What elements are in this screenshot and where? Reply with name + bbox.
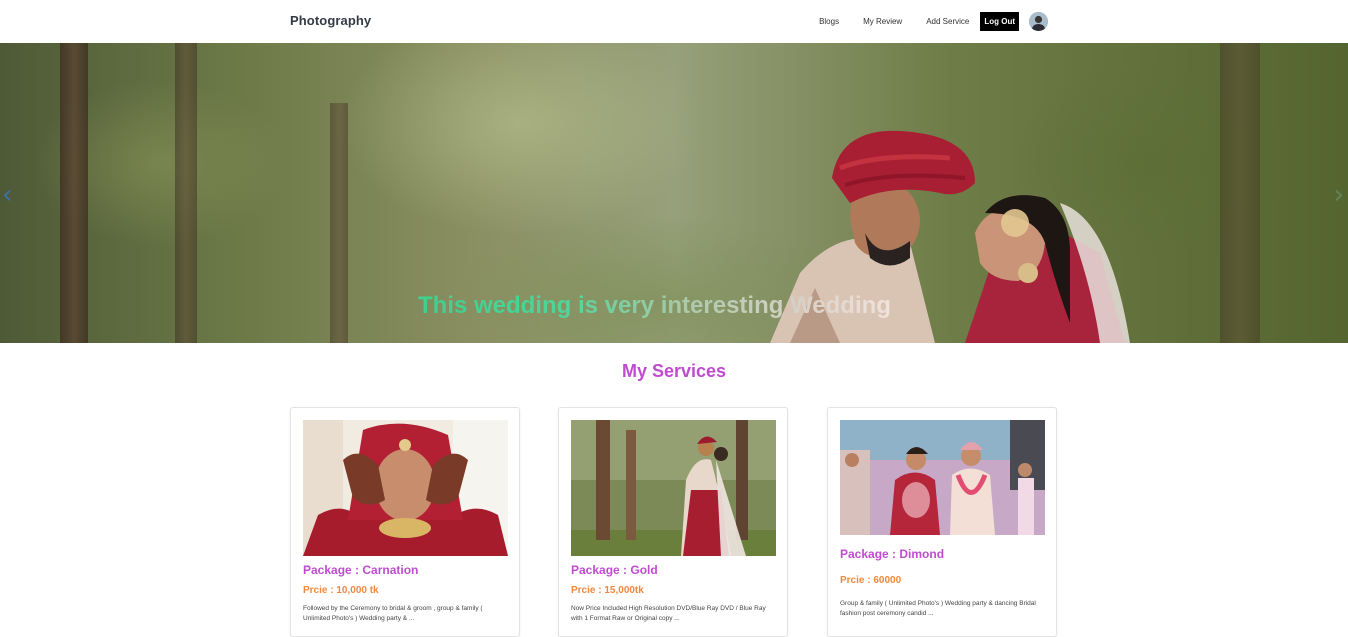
avatar[interactable] xyxy=(1029,11,1048,31)
service-image-dimond xyxy=(840,420,1045,535)
tree-trunk xyxy=(60,43,88,343)
brand-logo[interactable]: Photography xyxy=(290,13,371,28)
tree-trunk xyxy=(175,43,197,343)
service-image-gold xyxy=(571,420,776,556)
tree-trunk xyxy=(1220,43,1260,343)
nav-link-my-review[interactable]: My Review xyxy=(863,17,902,26)
package-price: Prcie : 15,000tk xyxy=(571,585,644,596)
hero-carousel: ‹ › This wedding is very interesting Wed… xyxy=(0,43,1348,343)
service-card-carnation[interactable]: Package : Carnation Prcie : 10,000 tk Fo… xyxy=(290,407,520,637)
bride-photo xyxy=(303,420,508,556)
nav-link-add-service[interactable]: Add Service xyxy=(926,17,969,26)
package-description: Now Price Included High Resolution DVD/B… xyxy=(571,605,766,622)
package-description: Group & family ( Unlimited Photo's ) Wed… xyxy=(840,600,1036,617)
package-name: Package : Gold xyxy=(571,563,658,577)
navbar: Photography Blogs My Review Add Service … xyxy=(0,0,1348,43)
hero-caption: This wedding is very interesting Wedding xyxy=(418,292,891,319)
wedding-group-photo xyxy=(840,420,1045,535)
chevron-left-icon: ‹ xyxy=(2,180,13,210)
tree-trunk xyxy=(330,103,348,343)
service-card-dimond[interactable]: Package : Dimond Prcie : 60000 Group & f… xyxy=(827,407,1057,637)
nav-link-blogs[interactable]: Blogs xyxy=(819,17,839,26)
services-title: My Services xyxy=(621,361,727,381)
package-price: Prcie : 10,000 tk xyxy=(303,585,379,596)
chevron-right-icon: › xyxy=(1333,180,1344,210)
service-image-carnation xyxy=(303,420,508,556)
nav-links: Blogs My Review Add Service Log Out xyxy=(819,9,1048,33)
carousel-prev-button[interactable]: ‹ xyxy=(2,180,12,210)
user-avatar-icon xyxy=(1029,11,1048,31)
logout-button[interactable]: Log Out xyxy=(980,11,1019,31)
service-card-gold[interactable]: Package : Gold Prcie : 15,000tk Now Pric… xyxy=(558,407,788,637)
package-price: Prcie : 60000 xyxy=(840,575,902,586)
carousel-next-button[interactable]: › xyxy=(1334,180,1344,210)
package-name: Package : Dimond xyxy=(840,547,945,561)
couple-forest-photo xyxy=(571,420,776,556)
package-name: Package : Carnation xyxy=(303,563,419,577)
package-description: Followed by the Ceremony to bridal & gro… xyxy=(303,605,483,622)
